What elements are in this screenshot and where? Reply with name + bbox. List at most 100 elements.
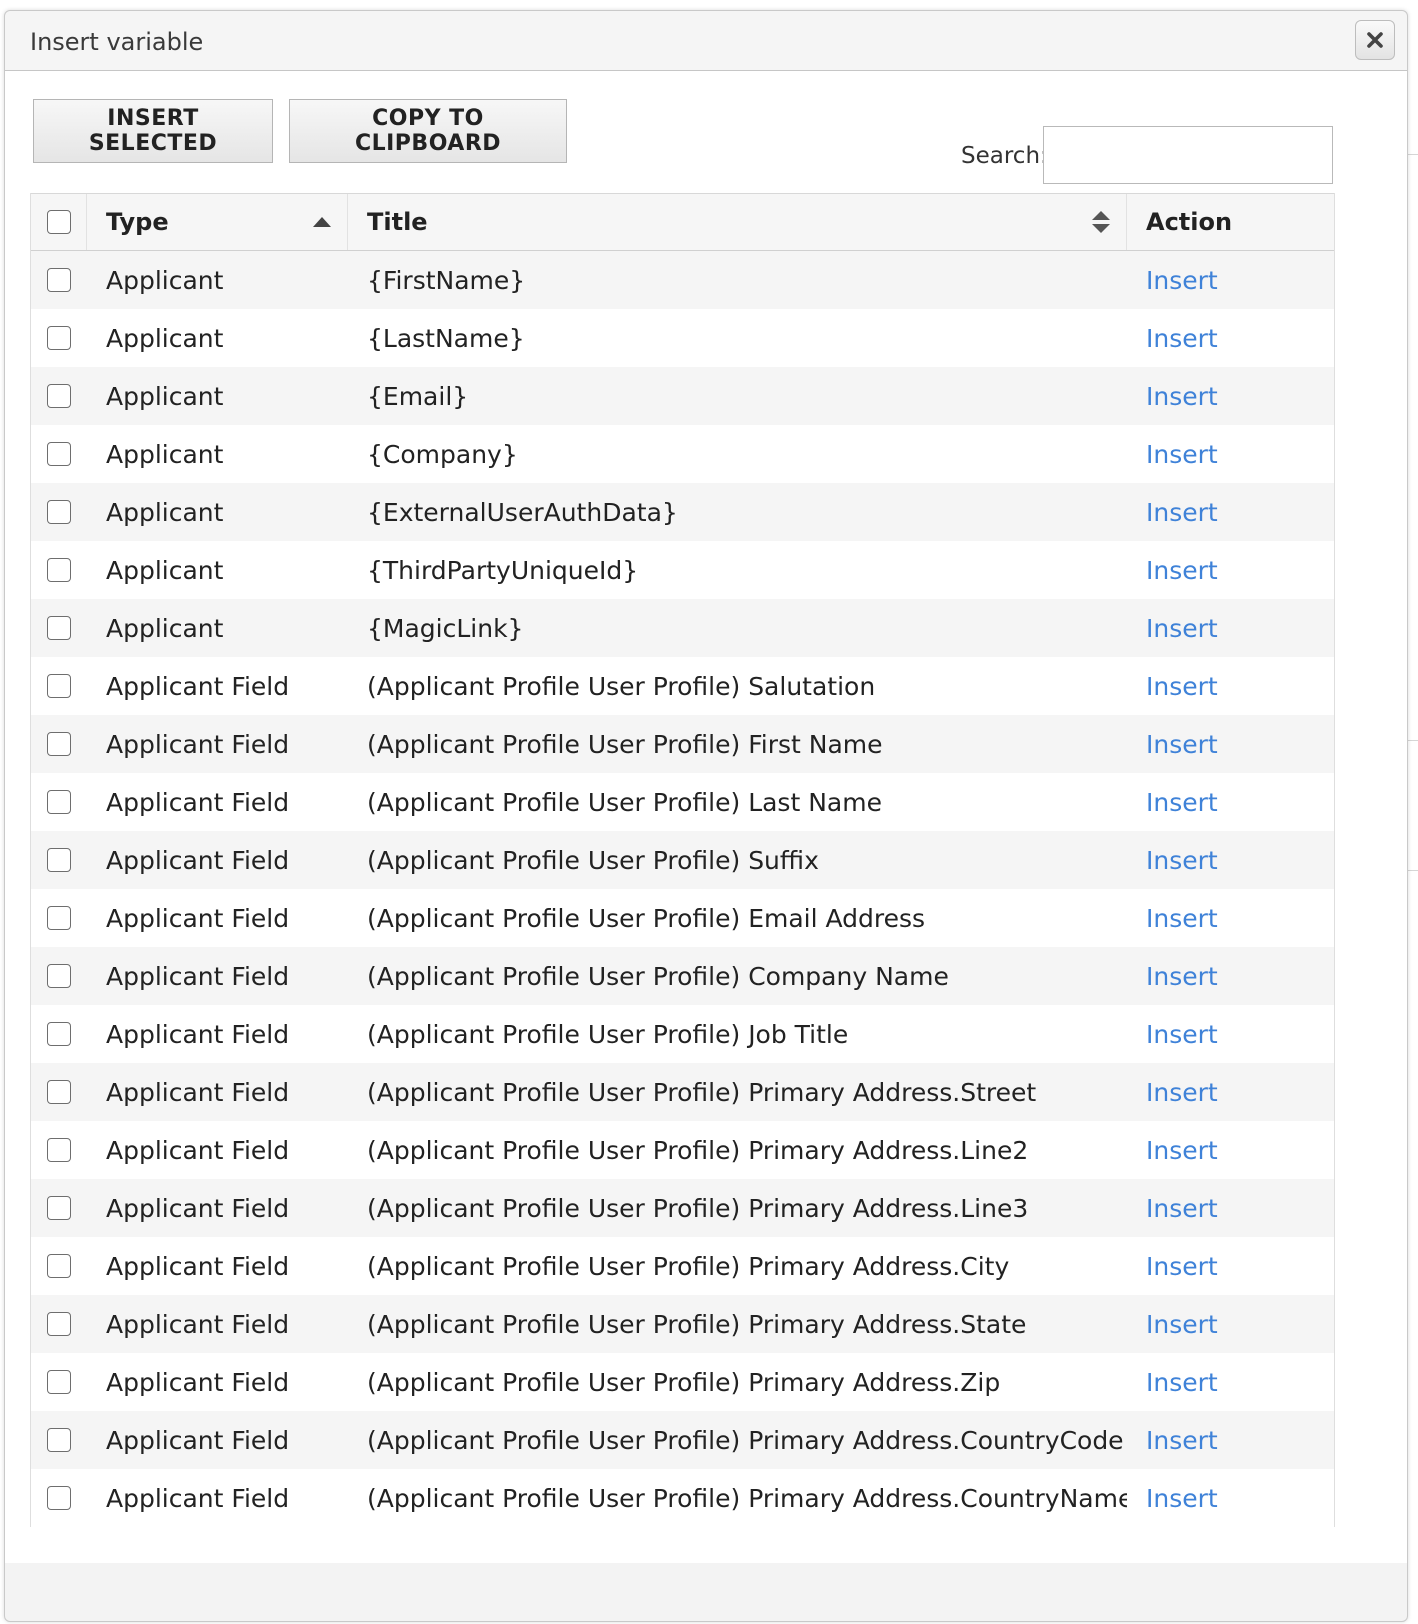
insert-link[interactable]: Insert <box>1146 614 1218 643</box>
row-checkbox[interactable] <box>47 558 71 582</box>
row-checkbox[interactable] <box>47 674 71 698</box>
row-title: (Applicant Profile User Profile) Primary… <box>367 1425 1124 1455</box>
insert-link[interactable]: Insert <box>1146 382 1218 411</box>
row-select-cell <box>31 1179 87 1237</box>
table-row[interactable]: Applicant {LastName} Insert <box>31 309 1334 367</box>
row-checkbox[interactable] <box>47 384 71 408</box>
insert-link[interactable]: Insert <box>1146 1252 1218 1281</box>
row-checkbox[interactable] <box>47 326 71 350</box>
insert-link[interactable]: Insert <box>1146 846 1218 875</box>
row-checkbox[interactable] <box>47 1312 71 1336</box>
row-title: (Applicant Profile User Profile) Job Tit… <box>367 1019 849 1049</box>
row-title: {LastName} <box>367 323 525 353</box>
row-select-cell <box>31 425 87 483</box>
row-action-cell: Insert <box>1127 1063 1334 1121</box>
table-row[interactable]: Applicant {Email} Insert <box>31 367 1334 425</box>
row-type: Applicant Field <box>106 1135 290 1165</box>
row-select-cell <box>31 1005 87 1063</box>
table-row[interactable]: Applicant Field (Applicant Profile User P… <box>31 1353 1334 1411</box>
table-row[interactable]: Applicant Field (Applicant Profile User P… <box>31 831 1334 889</box>
insert-link[interactable]: Insert <box>1146 1368 1218 1397</box>
row-checkbox[interactable] <box>47 1138 71 1162</box>
row-title: {ExternalUserAuthData} <box>367 497 678 527</box>
select-all-checkbox[interactable] <box>46 210 71 234</box>
table-row[interactable]: Applicant Field (Applicant Profile User P… <box>31 1469 1334 1527</box>
row-action-cell: Insert <box>1127 657 1334 715</box>
table-row[interactable]: Applicant Field (Applicant Profile User P… <box>31 889 1334 947</box>
table-row[interactable]: Applicant Field (Applicant Profile User P… <box>31 1179 1334 1237</box>
search-input[interactable] <box>1043 126 1333 184</box>
row-title: (Applicant Profile User Profile) Primary… <box>367 1077 1037 1107</box>
table-row[interactable]: Applicant Field (Applicant Profile User P… <box>31 1411 1334 1469</box>
table-row[interactable]: Applicant Field (Applicant Profile User P… <box>31 1295 1334 1353</box>
insert-link[interactable]: Insert <box>1146 1078 1218 1107</box>
table-row[interactable]: Applicant {FirstName} Insert <box>31 251 1334 309</box>
insert-link[interactable]: Insert <box>1146 904 1218 933</box>
insert-link[interactable]: Insert <box>1146 730 1218 759</box>
row-checkbox[interactable] <box>47 1080 71 1104</box>
insert-link[interactable]: Insert <box>1146 556 1218 585</box>
row-title: (Applicant Profile User Profile) Primary… <box>367 1135 1029 1165</box>
row-checkbox[interactable] <box>47 1254 71 1278</box>
insert-link[interactable]: Insert <box>1146 1484 1218 1513</box>
table-row[interactable]: Applicant {MagicLink} Insert <box>31 599 1334 657</box>
insert-link[interactable]: Insert <box>1146 324 1218 353</box>
row-action-cell: Insert <box>1127 599 1334 657</box>
row-select-cell <box>31 1121 87 1179</box>
table-row[interactable]: Applicant {Company} Insert <box>31 425 1334 483</box>
table-row[interactable]: Applicant Field (Applicant Profile User P… <box>31 947 1334 1005</box>
row-select-cell <box>31 1353 87 1411</box>
column-header-type[interactable]: Type <box>87 194 348 250</box>
row-type: Applicant Field <box>106 1251 290 1281</box>
table-row[interactable]: Applicant {ThirdPartyUniqueId} Insert <box>31 541 1334 599</box>
row-select-cell <box>31 947 87 1005</box>
insert-link[interactable]: Insert <box>1146 962 1218 991</box>
row-action-cell: Insert <box>1127 831 1334 889</box>
row-title: {ThirdPartyUniqueId} <box>367 555 639 585</box>
row-select-cell <box>31 1237 87 1295</box>
table-row[interactable]: Applicant Field (Applicant Profile User P… <box>31 657 1334 715</box>
row-select-cell <box>31 831 87 889</box>
row-checkbox[interactable] <box>47 1486 71 1510</box>
insert-link[interactable]: Insert <box>1146 440 1218 469</box>
table-row[interactable]: Applicant Field (Applicant Profile User P… <box>31 1063 1334 1121</box>
row-checkbox[interactable] <box>47 500 71 524</box>
table-row[interactable]: Applicant Field (Applicant Profile User P… <box>31 1237 1334 1295</box>
table-row[interactable]: Applicant Field (Applicant Profile User P… <box>31 715 1334 773</box>
close-button[interactable] <box>1355 20 1395 60</box>
row-checkbox[interactable] <box>47 1428 71 1452</box>
row-checkbox[interactable] <box>47 790 71 814</box>
insert-link[interactable]: Insert <box>1146 1136 1218 1165</box>
row-checkbox[interactable] <box>47 1022 71 1046</box>
insert-link[interactable]: Insert <box>1146 498 1218 527</box>
row-checkbox[interactable] <box>47 1196 71 1220</box>
insert-link[interactable]: Insert <box>1146 788 1218 817</box>
insert-link[interactable]: Insert <box>1146 266 1218 295</box>
insert-link[interactable]: Insert <box>1146 1020 1218 1049</box>
table-row[interactable]: Applicant {ExternalUserAuthData} Insert <box>31 483 1334 541</box>
table-row[interactable]: Applicant Field (Applicant Profile User P… <box>31 1005 1334 1063</box>
row-checkbox[interactable] <box>47 268 71 292</box>
row-checkbox[interactable] <box>47 848 71 872</box>
search-label: Search: <box>961 143 1048 169</box>
row-action-cell: Insert <box>1127 251 1334 309</box>
row-checkbox[interactable] <box>47 616 71 640</box>
row-action-cell: Insert <box>1127 309 1334 367</box>
table-row[interactable]: Applicant Field (Applicant Profile User P… <box>31 773 1334 831</box>
row-checkbox[interactable] <box>47 1370 71 1394</box>
row-checkbox[interactable] <box>47 964 71 988</box>
insert-link[interactable]: Insert <box>1146 672 1218 701</box>
row-checkbox[interactable] <box>47 732 71 756</box>
table-row[interactable]: Applicant Field (Applicant Profile User P… <box>31 1121 1334 1179</box>
close-icon <box>1367 32 1383 48</box>
row-checkbox[interactable] <box>47 442 71 466</box>
copy-to-clipboard-button[interactable]: COPY TO CLIPBOARD <box>289 99 567 163</box>
insert-link[interactable]: Insert <box>1146 1310 1218 1339</box>
row-checkbox[interactable] <box>47 906 71 930</box>
insert-link[interactable]: Insert <box>1146 1194 1218 1223</box>
row-action-cell: Insert <box>1127 483 1334 541</box>
dialog-titlebar[interactable]: Insert variable <box>5 11 1407 71</box>
insert-selected-button[interactable]: INSERT SELECTED <box>33 99 273 163</box>
insert-link[interactable]: Insert <box>1146 1426 1218 1455</box>
column-header-title[interactable]: Title <box>348 194 1127 250</box>
